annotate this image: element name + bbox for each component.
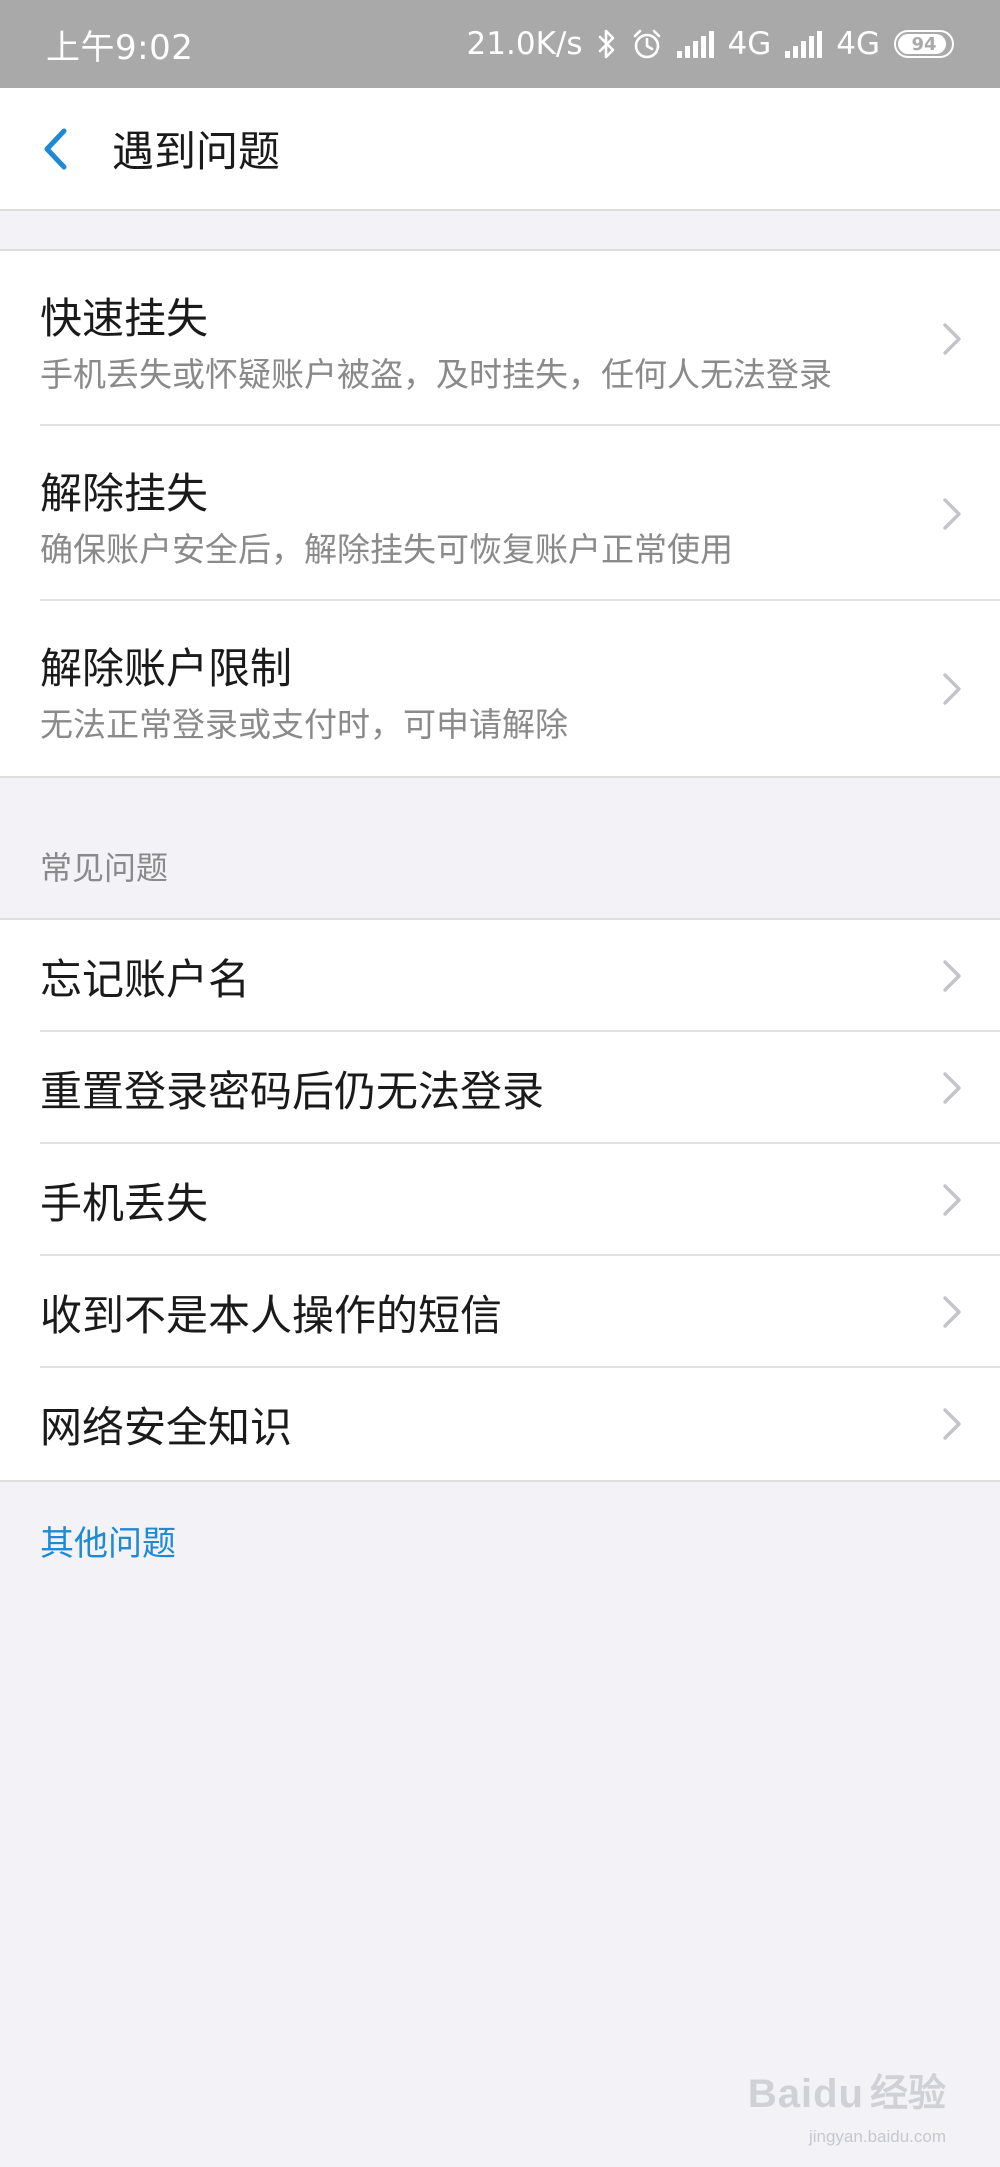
chevron-right-icon [943, 1184, 961, 1216]
list-item-title: 收到不是本人操作的短信 [40, 1290, 503, 1340]
list-item-cancel-report-loss[interactable]: 解除挂失 确保账户安全后，解除挂失可恢复账户正常使用 [0, 426, 1000, 601]
signal-icon-2 [785, 30, 823, 58]
baidu-watermark: Baidu 经验 jingyan.baidu.com [747, 2062, 946, 2146]
list-item-subtitle: 手机丢失或怀疑账户被盗，及时挂失，任何人无法登录 [40, 355, 832, 394]
list-item-title: 手机丢失 [40, 1178, 209, 1228]
back-button[interactable] [0, 87, 110, 210]
nav-bar: 遇到问题 [0, 88, 1000, 211]
list-item-title: 重置登录密码后仍无法登录 [40, 1066, 545, 1116]
signal-icon [676, 30, 714, 58]
faq-list: 忘记账户名 重置登录密码后仍无法登录 手机丢失 收到不是本人操作的短信 网络安全… [0, 918, 1000, 1482]
bluetooth-icon [597, 29, 617, 59]
battery-level: 94 [911, 33, 937, 55]
list-item-subtitle: 确保账户安全后，解除挂失可恢复账户正常使用 [40, 530, 733, 569]
chevron-right-icon [943, 497, 961, 530]
list-item-title: 解除挂失 [40, 469, 209, 518]
list-item-title: 快速挂失 [40, 294, 209, 343]
list-item-title: 解除账户限制 [40, 644, 293, 693]
chevron-right-icon [943, 960, 961, 992]
chevron-right-icon [943, 1072, 961, 1104]
page-title: 遇到问题 [112, 127, 281, 176]
list-item-phone-lost[interactable]: 手机丢失 [0, 1144, 1000, 1256]
chevron-right-icon [943, 322, 961, 355]
alarm-icon [631, 28, 663, 60]
status-bar: 上午9:02 21.0K/s 4G 4G 94 [0, 0, 1000, 88]
section-header-faq: 常见问题 [40, 849, 169, 887]
chevron-right-icon [943, 1408, 961, 1440]
network-type-2: 4G [836, 26, 880, 62]
watermark-sub: 经验 [869, 2071, 946, 2115]
network-speed: 21.0K/s [466, 26, 583, 62]
list-item-unknown-sms[interactable]: 收到不是本人操作的短信 [0, 1256, 1000, 1368]
watermark-brand: Baidu [747, 2072, 864, 2116]
status-indicators: 21.0K/s 4G 4G 94 [467, 26, 954, 62]
chevron-right-icon [943, 672, 961, 705]
chevron-left-icon [44, 128, 67, 169]
chevron-right-icon [943, 1296, 961, 1328]
list-item-network-security[interactable]: 网络安全知识 [0, 1368, 1000, 1480]
list-item-quick-report-loss[interactable]: 快速挂失 手机丢失或怀疑账户被盗，及时挂失，任何人无法登录 [0, 251, 1000, 426]
network-type-1: 4G [727, 26, 772, 62]
list-item-subtitle: 无法正常登录或支付时，可申请解除 [40, 705, 568, 744]
battery-icon: 94 [894, 30, 954, 58]
list-item-reset-password-cannot-login[interactable]: 重置登录密码后仍无法登录 [0, 1032, 1000, 1144]
list-item-remove-account-restriction[interactable]: 解除账户限制 无法正常登录或支付时，可申请解除 [0, 601, 1000, 776]
list-item-title: 网络安全知识 [40, 1402, 293, 1452]
action-list: 快速挂失 手机丢失或怀疑账户被盗，及时挂失，任何人无法登录 解除挂失 确保账户安… [0, 249, 1000, 778]
other-problems-link[interactable]: 其他问题 [40, 1516, 176, 1565]
watermark-url: jingyan.baidu.com [808, 2127, 946, 2146]
status-time: 上午9:02 [46, 27, 194, 68]
list-item-forgot-account[interactable]: 忘记账户名 [0, 920, 1000, 1032]
list-item-title: 忘记账户名 [40, 954, 251, 1004]
